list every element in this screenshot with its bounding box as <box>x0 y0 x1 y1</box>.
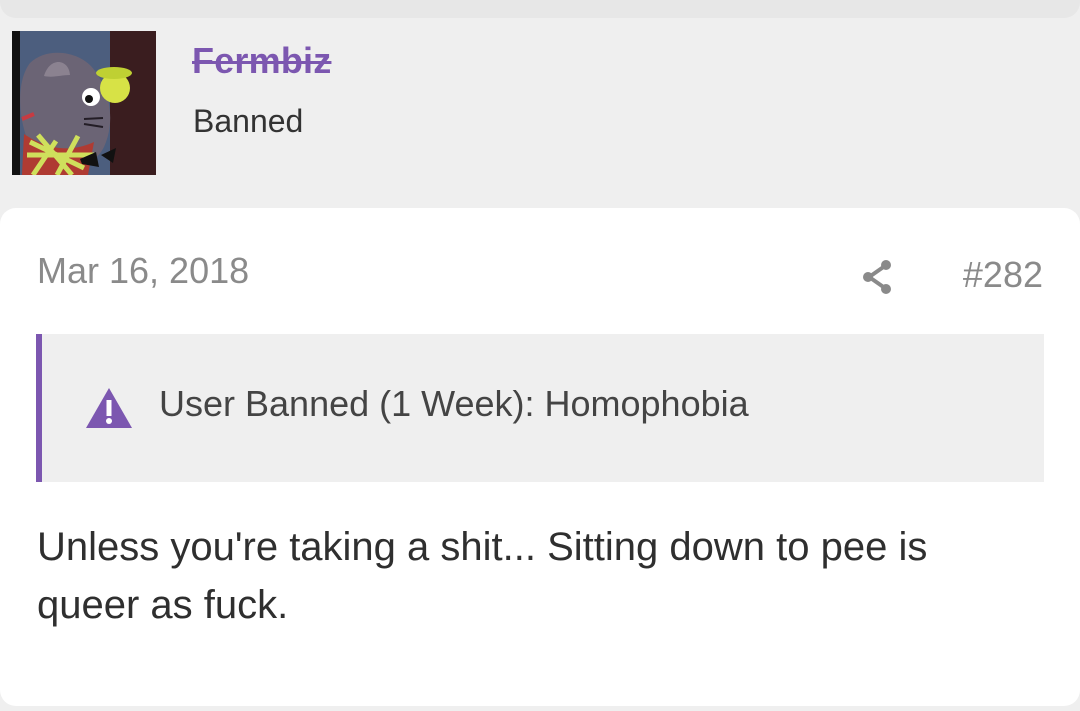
post-body-text: Unless you're taking a shit... Sitting d… <box>37 525 928 627</box>
warning-triangle-icon <box>84 386 134 430</box>
warning-triangle-icon <box>86 388 132 428</box>
share-icon <box>863 260 891 294</box>
user-status: Banned <box>193 103 304 139</box>
previous-post-gap <box>0 0 1080 18</box>
next-post-gap <box>0 706 1080 711</box>
post-card: Mar 16, 2018 #282 User Banned (1 Week): … <box>0 208 1080 706</box>
post-number-link[interactable]: #282 <box>963 254 1043 296</box>
ban-reason-text: User Banned (1 Week): Homophobia <box>159 383 749 424</box>
post-author-header: Fermbiz Banned <box>0 18 1080 208</box>
ban-notice: User Banned (1 Week): Homophobia <box>36 334 1044 482</box>
username-link[interactable]: Fermbiz <box>192 40 331 82</box>
post-date[interactable]: Mar 16, 2018 <box>37 250 249 292</box>
cartoon-mouse-avatar-icon <box>12 31 156 175</box>
post-thread-page: Fermbiz Banned Mar 16, 2018 #282 User Ba… <box>0 0 1080 711</box>
share-icon[interactable] <box>860 258 896 296</box>
user-avatar[interactable] <box>12 31 156 175</box>
previous-post-card-edge <box>0 0 1080 18</box>
